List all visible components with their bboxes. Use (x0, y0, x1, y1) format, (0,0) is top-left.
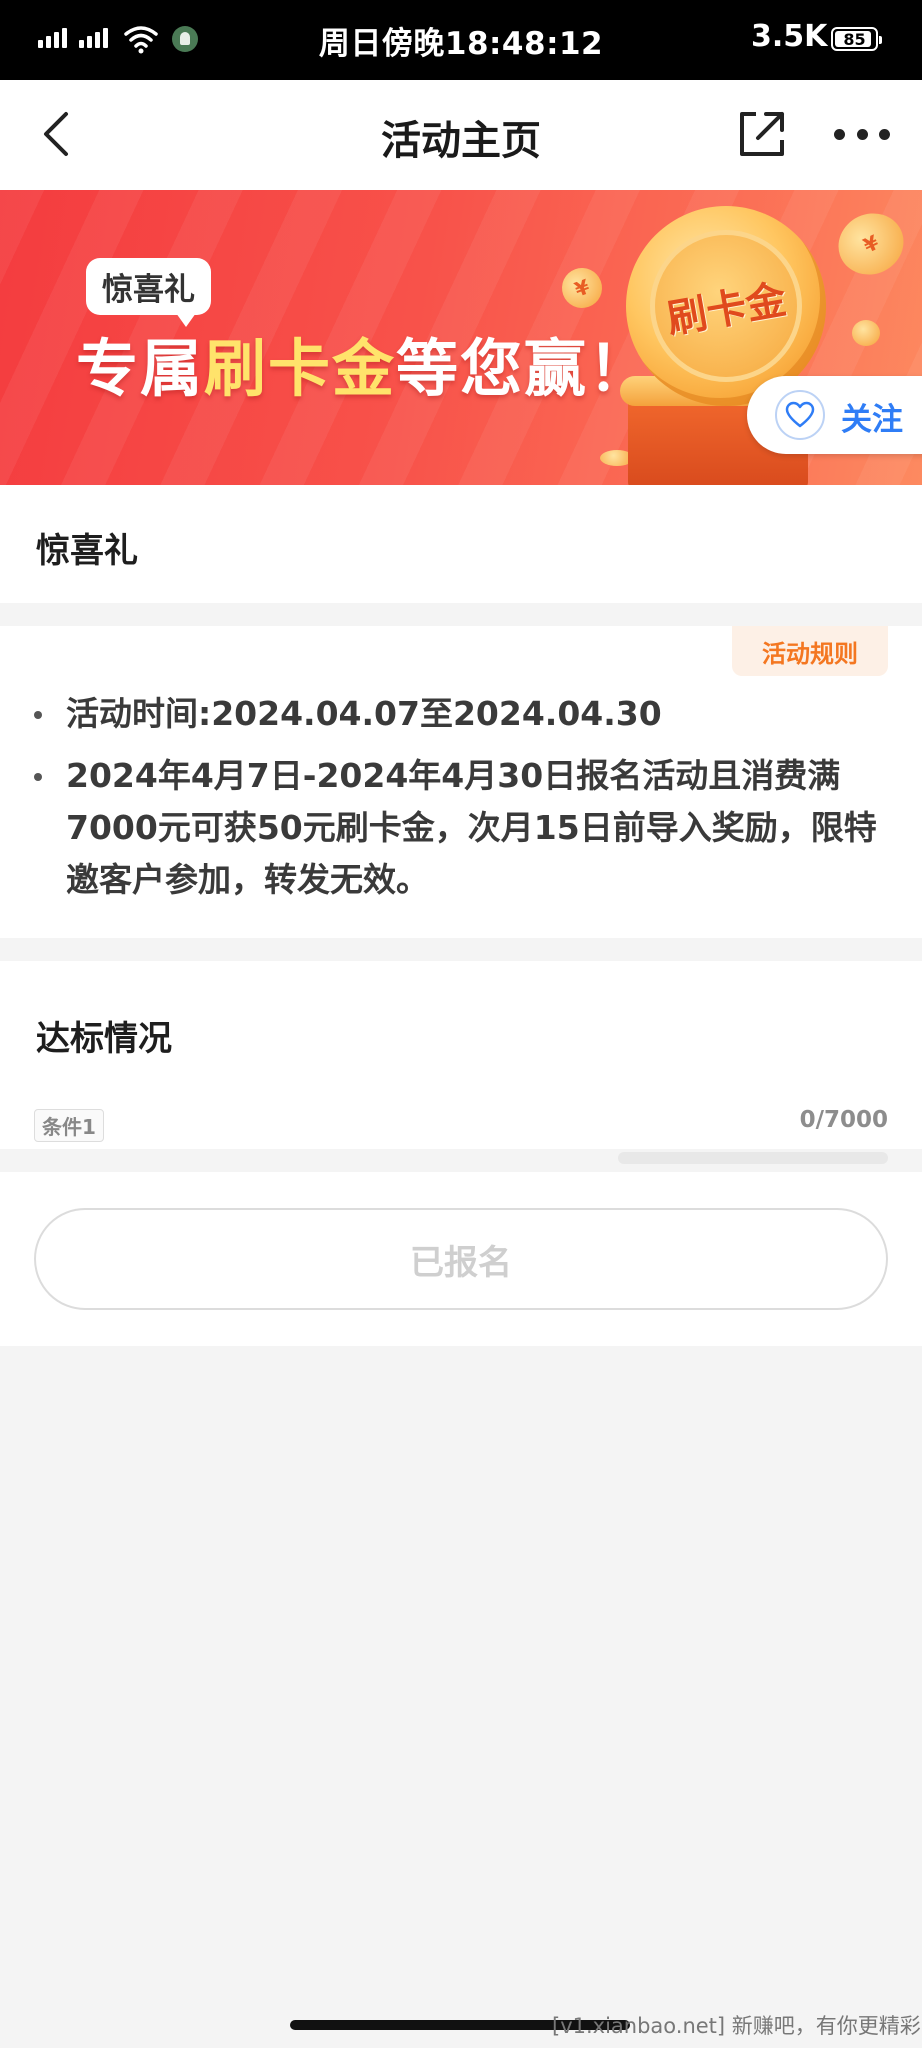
watermark: [v1.xianbao.net] 新赚吧，有你更精彩！ (552, 2014, 922, 2038)
coin-icon (852, 320, 880, 346)
more-icon[interactable] (834, 122, 890, 146)
banner-tag: 惊喜礼 (86, 258, 211, 327)
battery-level: 85 (843, 29, 866, 49)
activity-rules-card: 活动规则 活动时间:2024.04.07至2024.04.30 2024年4月7… (0, 626, 922, 938)
progress-bar (618, 1152, 888, 1164)
status-bar: 周日傍晚18:48:12 3.5K 85 (0, 0, 922, 80)
progress-value: 0/7000 (799, 1107, 888, 1133)
follow-label: 关注 (841, 402, 903, 438)
activity-title-card: 惊喜礼 (0, 485, 922, 603)
nav-bar: 活动主页 (0, 80, 922, 190)
activity-page: 周日傍晚18:48:12 3.5K 85 活动主页 惊喜礼 专属刷卡金等您赢！ … (0, 0, 922, 2048)
rule-item: 活动时间:2024.04.07至2024.04.30 (30, 688, 892, 740)
condition-tag: 条件1 (34, 1109, 104, 1142)
coin-label: 刷卡金 (663, 276, 790, 344)
follow-button[interactable]: 关注 (747, 376, 922, 454)
progress-title: 达标情况 (36, 1019, 172, 1059)
registered-button[interactable]: 已报名 (34, 1208, 888, 1310)
network-speed: 3.5K (751, 19, 828, 54)
progress-card: 达标情况 条件1 0/7000 (0, 961, 922, 1149)
battery-icon: 85 (831, 27, 882, 51)
banner-headline-highlight: 刷卡金 (204, 332, 397, 405)
rule-item: 2024年4月7日-2024年4月30日报名活动且消费满7000元可获50元刷卡… (30, 750, 892, 906)
activity-rules-button[interactable]: 活动规则 (732, 626, 888, 676)
share-icon[interactable] (734, 106, 790, 162)
action-card: 已报名 (0, 1172, 922, 1346)
activity-title: 惊喜礼 (36, 531, 138, 571)
banner-headline: 专属刷卡金等您赢！ (76, 332, 653, 405)
heart-icon (775, 390, 825, 440)
